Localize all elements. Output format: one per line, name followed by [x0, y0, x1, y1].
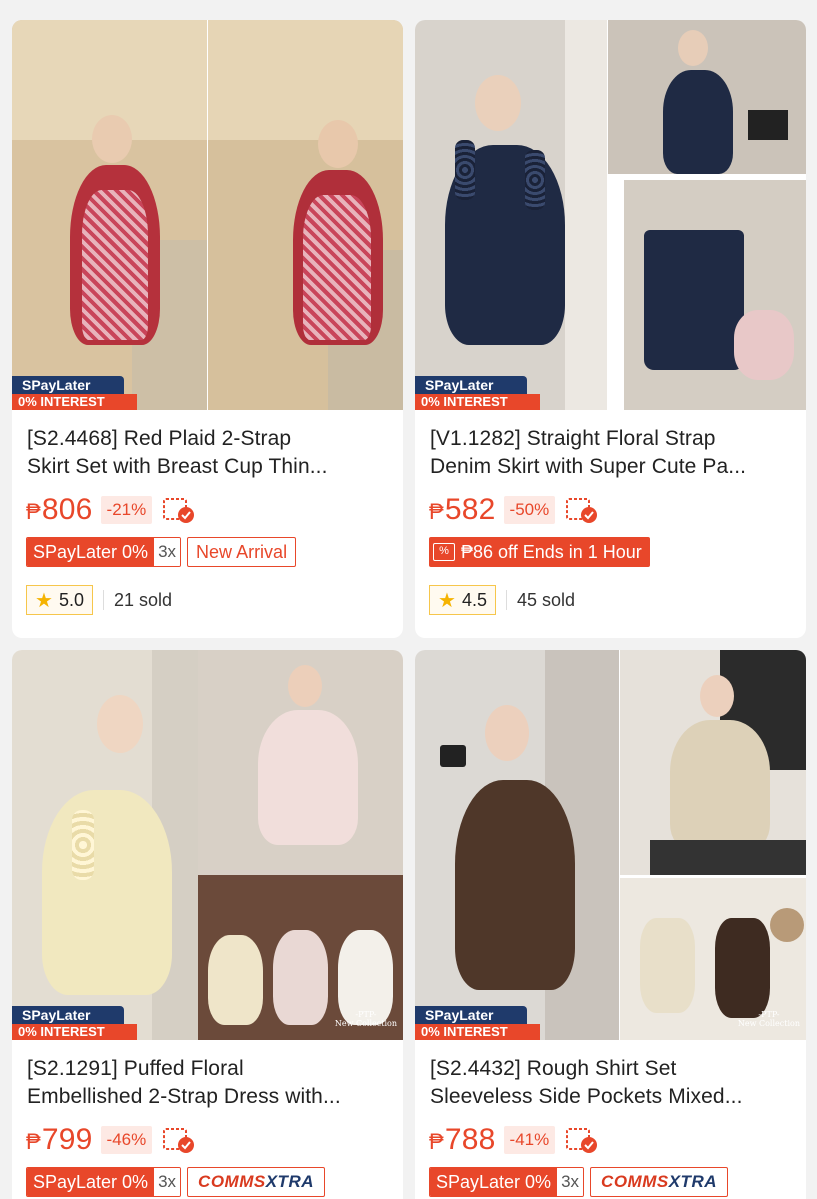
price: ₱806	[26, 493, 93, 526]
title-line-2: Sleeveless Side Pockets Mixed...	[430, 1085, 743, 1108]
discount-badge: -21%	[100, 496, 153, 524]
voucher-check-icon	[162, 1126, 196, 1154]
spaylater-badge: SPayLater 0% INTEREST	[12, 1006, 137, 1040]
photo-panel	[198, 650, 403, 875]
badge-spaylater-label: SPayLater	[415, 376, 527, 394]
price-row: ₱806 -21%	[26, 492, 196, 528]
product-title[interactable]: [V1.1282] Straight Floral Strap Denim Sk…	[430, 425, 792, 481]
spaylater-tag: SPayLater 0% 3x	[26, 537, 182, 567]
price-row: ₱582 -50%	[429, 492, 599, 528]
product-image[interactable]: SPayLater 0% INTEREST	[415, 20, 806, 410]
photo-panel	[415, 20, 607, 410]
title-line-1: [V1.1282] Straight Floral Strap	[430, 427, 716, 450]
product-title[interactable]: [S2.1291] Puffed Floral Embellished 2-St…	[27, 1055, 389, 1111]
price: ₱799	[26, 1123, 93, 1156]
spaylater-badge: SPayLater 0% INTEREST	[415, 376, 540, 410]
sold-count: 45 sold	[516, 589, 576, 610]
product-card[interactable]: SPayLater 0% INTEREST [V1.1282] Straight…	[415, 20, 806, 638]
rating-badge: ★ 5.0	[26, 585, 93, 615]
product-image[interactable]: -PTP- New Collection SPayLater 0% INTERE…	[12, 650, 403, 1040]
flash-discount-tag: % ₱86 off Ends in 1 Hour	[429, 537, 650, 567]
price-row: ₱799 -46%	[26, 1122, 196, 1158]
watermark: -PTP- New Collection	[737, 1010, 800, 1028]
badge-spaylater-label: SPayLater	[415, 1006, 527, 1024]
badge-interest-label: 0% INTEREST	[12, 394, 137, 410]
commsxtra-tag: COMMSXTRA	[590, 1167, 728, 1197]
sold-count: 21 sold	[113, 589, 173, 610]
tag-row: SPayLater 0% 3x COMMSXTRA	[429, 1167, 728, 1197]
tag-row: SPayLater 0% 3x COMMSXTRA	[26, 1167, 325, 1197]
spaylater-badge: SPayLater 0% INTEREST	[12, 376, 137, 410]
product-card[interactable]: -PTP- New Collection SPayLater 0% INTERE…	[415, 650, 806, 1199]
tag-row: SPayLater 0% 3x New Arrival	[26, 537, 297, 567]
title-line-2: Denim Skirt with Super Cute Pa...	[430, 455, 747, 478]
title-line-1: [S2.4432] Rough Shirt Set	[430, 1057, 677, 1080]
divider	[505, 590, 507, 610]
new-arrival-tag: New Arrival	[187, 537, 297, 567]
rating-badge: ★ 4.5	[429, 585, 496, 615]
percent-icon: %	[433, 543, 455, 561]
product-image[interactable]: SPayLater 0% INTEREST	[12, 20, 403, 410]
photo-panel	[624, 180, 806, 410]
title-line-1: [S2.1291] Puffed Floral	[27, 1057, 244, 1080]
photo-panel	[12, 20, 207, 410]
price: ₱788	[429, 1123, 496, 1156]
photo-panel	[620, 650, 806, 875]
price-row: ₱788 -41%	[429, 1122, 599, 1158]
spaylater-badge: SPayLater 0% INTEREST	[415, 1006, 540, 1040]
product-card[interactable]: -PTP- New Collection SPayLater 0% INTERE…	[12, 650, 403, 1199]
badge-interest-label: 0% INTEREST	[415, 1024, 540, 1040]
discount-badge: -46%	[100, 1126, 153, 1154]
title-line-2: Embellished 2-Strap Dress with...	[27, 1085, 341, 1108]
spaylater-tag: SPayLater 0% 3x	[429, 1167, 585, 1197]
photo-panel	[415, 650, 619, 1040]
title-line-1: [S2.4468] Red Plaid 2-Strap	[27, 427, 292, 450]
product-title[interactable]: [S2.4432] Rough Shirt Set Sleeveless Sid…	[430, 1055, 792, 1111]
title-line-2: Skirt Set with Breast Cup Thin...	[27, 455, 328, 478]
product-title[interactable]: [S2.4468] Red Plaid 2-Strap Skirt Set wi…	[27, 425, 389, 481]
discount-badge: -41%	[503, 1126, 556, 1154]
product-card[interactable]: SPayLater 0% INTEREST [S2.4468] Red Plai…	[12, 20, 403, 638]
badge-spaylater-label: SPayLater	[12, 1006, 124, 1024]
photo-panel	[608, 20, 806, 174]
watermark: -PTP- New Collection	[334, 1010, 397, 1028]
photo-panel	[12, 650, 198, 1040]
commsxtra-tag: COMMSXTRA	[187, 1167, 325, 1197]
photo-panel	[208, 20, 403, 410]
tag-row: % ₱86 off Ends in 1 Hour	[429, 537, 650, 567]
rating-row: ★ 5.0 21 sold	[26, 585, 172, 615]
discount-badge: -50%	[503, 496, 556, 524]
badge-interest-label: 0% INTEREST	[12, 1024, 137, 1040]
star-icon: ★	[438, 589, 456, 612]
star-icon: ★	[35, 589, 53, 612]
rating-row: ★ 4.5 45 sold	[429, 585, 575, 615]
product-image[interactable]: -PTP- New Collection SPayLater 0% INTERE…	[415, 650, 806, 1040]
price: ₱582	[429, 493, 496, 526]
badge-interest-label: 0% INTEREST	[415, 394, 540, 410]
badge-spaylater-label: SPayLater	[12, 376, 124, 394]
voucher-check-icon	[565, 1126, 599, 1154]
spaylater-tag: SPayLater 0% 3x	[26, 1167, 182, 1197]
voucher-check-icon	[162, 496, 196, 524]
voucher-check-icon	[565, 496, 599, 524]
divider	[102, 590, 104, 610]
